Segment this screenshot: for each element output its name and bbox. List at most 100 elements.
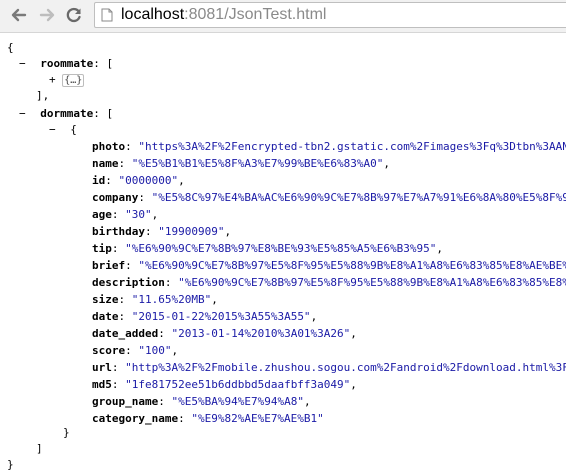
roommate-open-bracket: [ [106,57,114,70]
field-key: group_name [92,395,159,408]
json-field-row: photo: "https%3A%2F%2Fencrypted-tbn2.gst… [92,140,566,154]
field-key: age [92,208,112,221]
comma: , [350,327,357,340]
colon: : [118,310,132,323]
collapsed-object-ellipsis[interactable]: {…} [62,74,85,87]
json-field-row: category_name: "%E9%82%AE%E7%AE%B1" [92,412,324,426]
roommate-row: − roommate: [ [19,57,113,71]
colon: : [93,107,107,120]
json-viewer: { − roommate: [ + {…} ], − dormmate: [ −… [0,33,566,471]
root-open-brace: { [7,41,14,54]
colon: : [118,157,132,170]
dormmate-object-row: − { [49,123,77,137]
dormmate-key: dormmate [40,107,94,120]
url-text[interactable]: localhost:8081/JsonTest.html [121,6,326,24]
field-value: "100" [138,344,172,357]
json-field-row: group_name: "%E5%BA%94%E7%94%A8", [92,395,311,409]
colon: : [125,140,139,153]
json-field-row: date: "2015-01-22%2015%3A55%3A55", [92,310,317,324]
forward-button[interactable] [36,4,58,26]
json-field-row: size: "11.65%20MB", [92,293,218,307]
field-value: "%E6%90%9C%E7%8B%97%E5%8F%95%E5%88%9B%E8… [178,276,566,289]
comma: , [224,225,232,238]
address-bar[interactable]: localhost:8081/JsonTest.html [94,2,566,28]
field-value: "%E5%B1%B1%E5%8F%A3%E7%99%BE%E6%83%A0" [131,157,384,170]
roommate-item-row: + {…} [49,73,85,87]
field-value: "30" [125,208,152,221]
colon: : [144,225,159,238]
dormmate-row: − dormmate: [ [19,107,113,121]
url-host: localhost [121,6,185,23]
comma: , [350,378,357,391]
json-field-row: birthday: "19900909", [92,225,231,239]
field-value: "%E6%90%9C%E7%8B%97%E8%BE%93%E5%85%A5%E6… [125,242,437,255]
json-field-row: id: "0000000", [92,174,185,188]
colon: : [164,276,179,289]
json-field-row: url: "http%3A%2F%2Fmobile.zhushou.sogou.… [92,361,566,375]
field-key: birthday [92,225,145,238]
field-key: url [92,361,112,374]
json-field-row: md5: "1fe81752ee51b6ddbbd5daafbff3a049", [92,378,357,392]
json-field-row: description: "%E6%90%9C%E7%8B%97%E5%8F%9… [92,276,566,290]
json-field-row: brief: "%E6%90%9C%E7%8B%97%E5%8F%95%E5%8… [92,259,566,273]
url-path: :8081/JsonTest.html [184,6,327,23]
dormmate-object-collapse-toggle[interactable]: − [49,123,56,136]
json-field-row: date_added: "2013-01-14%2010%3A01%3A26", [92,327,357,341]
colon: : [111,242,126,255]
field-key: category_name [92,412,179,425]
reload-button[interactable] [63,4,85,26]
field-value: "https%3A%2F%2Fencrypted-tbn2.gstatic.co… [138,140,566,153]
back-button[interactable] [8,4,30,26]
colon: : [178,412,192,425]
roommate-item-expand-toggle[interactable]: + [49,73,56,86]
colon: : [93,57,107,70]
colon: : [111,208,126,221]
json-field-row: score: "100", [92,344,178,358]
field-key: date [92,310,119,323]
reload-icon [66,7,81,23]
object-close-brace: } [63,426,70,439]
back-arrow-icon [11,8,27,22]
colon: : [158,327,172,340]
colon: : [118,293,132,306]
field-key: id [92,174,106,187]
colon: : [125,259,139,272]
field-key: brief [92,259,126,272]
roommate-close-bracket: ], [36,89,50,102]
field-key: md5 [92,378,112,391]
comma: , [211,293,218,306]
json-field-row: age: "30", [92,208,158,222]
colon: : [138,191,152,204]
comma: , [310,310,318,323]
field-value: "http%3A%2F%2Fmobile.zhushou.sogou.com%2… [125,361,566,374]
page-icon [101,8,113,22]
comma: , [383,157,391,170]
comma: , [303,395,311,408]
field-key: description [92,276,165,289]
json-field-row: company: "%E5%8C%97%E4%BA%AC%E6%90%9C%E7… [92,191,566,205]
dormmate-collapse-toggle[interactable]: − [19,107,26,120]
field-key: company [92,191,139,204]
field-key: score [92,344,126,357]
colon: : [111,361,126,374]
field-value: "11.65%20MB" [131,293,212,306]
json-field-row: name: "%E5%B1%B1%E5%8F%A3%E7%99%BE%E6%83… [92,157,390,171]
comma: , [436,242,444,255]
dormmate-close-bracket: ] [36,442,43,455]
field-key: name [92,157,119,170]
json-field-row: tip: "%E6%90%9C%E7%8B%97%E8%BE%93%E5%85%… [92,242,443,256]
colon: : [105,174,119,187]
forward-arrow-icon [39,8,55,22]
field-value: "0000000" [118,174,179,187]
field-value: "%E9%82%AE%E7%AE%B1" [191,412,324,425]
colon: : [125,344,139,357]
field-value: "2013-01-14%2010%3A01%3A26" [171,327,351,340]
roommate-collapse-toggle[interactable]: − [19,57,26,70]
colon: : [111,378,126,391]
browser-toolbar: localhost:8081/JsonTest.html [0,0,566,33]
field-value: "%E5%8C%97%E4%BA%AC%E6%90%9C%E7%8B%97%E7… [151,191,566,204]
field-value: "19900909" [158,225,225,238]
roommate-key: roommate [40,57,94,70]
comma: , [178,174,185,187]
field-value: "1fe81752ee51b6ddbbd5daafbff3a049" [125,378,351,391]
